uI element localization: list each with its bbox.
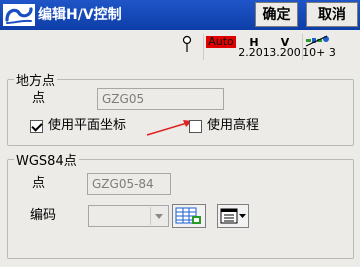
code-select[interactable] (88, 205, 169, 227)
code-label: 编码 (30, 208, 57, 223)
wgs84-point-input[interactable]: GZG05-84 (87, 173, 171, 195)
use-elevation-checkbox[interactable] (189, 120, 202, 133)
window-title: 编辑H/V控制 (38, 7, 122, 23)
satellite-count: 10+ 3 (302, 46, 336, 59)
local-point-input[interactable]: GZG05 (97, 88, 224, 110)
cancel-button[interactable]: 取消 (306, 2, 358, 27)
title-bar: 编辑H/V控制 确定 取消 (0, 0, 360, 30)
local-point-label: 点 (32, 91, 46, 106)
local-point-legend: 地方点 (16, 74, 56, 89)
use-plane-coords-label: 使用平面坐标 (48, 118, 127, 133)
wgs84-point-legend: WGS84点 (16, 154, 77, 169)
chevron-down-icon[interactable] (150, 207, 167, 225)
code-menu-button[interactable] (217, 204, 249, 228)
menu-dropdown-icon (220, 208, 246, 224)
table-list-icon (175, 207, 201, 224)
wgs84-point-label: 点 (32, 176, 46, 191)
pin-icon (182, 35, 192, 52)
use-elevation-label: 使用高程 (207, 118, 260, 133)
v-value: 3.200 (269, 46, 301, 59)
ok-button[interactable]: 确定 (255, 2, 298, 27)
app-logo-icon (3, 4, 35, 26)
annotation-arrow (146, 120, 192, 136)
auto-badge: Auto (206, 36, 236, 48)
use-plane-coords-checkbox[interactable] (30, 120, 43, 133)
code-list-button[interactable] (172, 204, 206, 228)
